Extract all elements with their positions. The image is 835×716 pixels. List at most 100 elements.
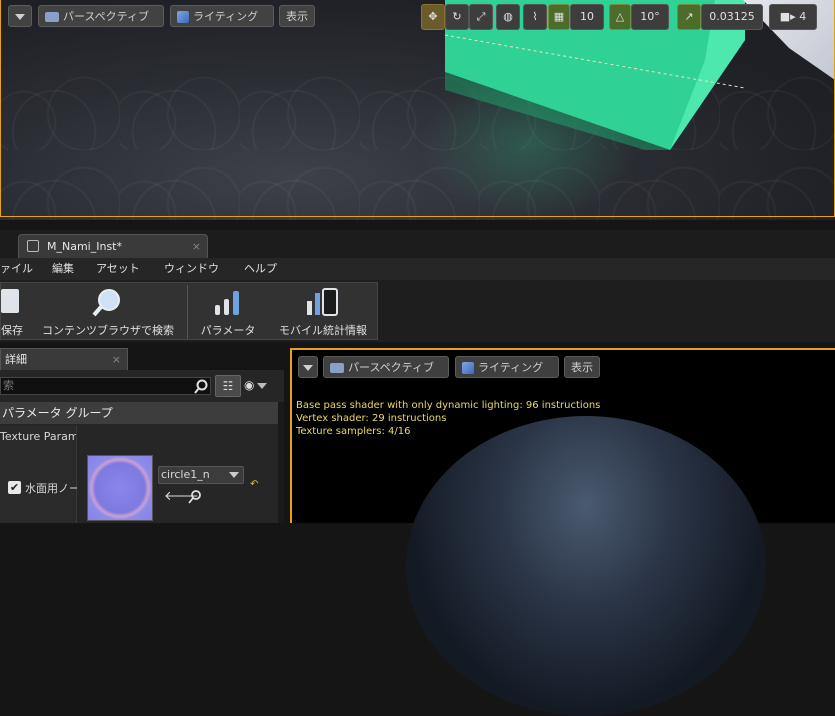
globe-icon: ◍	[503, 10, 513, 23]
save-label: 保存	[1, 324, 23, 337]
preview-sphere	[406, 416, 766, 716]
menu-asset[interactable]: アセット	[96, 258, 140, 280]
lighting-label: ライティング	[193, 10, 259, 23]
scale-snap-text: 0.03125	[709, 10, 755, 23]
toolbar-divider	[187, 285, 188, 339]
perspective-icon	[330, 363, 344, 373]
rotate-icon: ↻	[452, 10, 462, 23]
grid-icon: ▦	[553, 10, 565, 23]
params-label: パラメータ	[200, 324, 256, 337]
preview-perspective-button[interactable]: パースペクティブ	[323, 356, 449, 378]
browse-asset-icon[interactable]	[188, 490, 202, 504]
parameter-group-label: パラメータ グループ	[2, 406, 113, 420]
stat-texture-samplers: Texture samplers: 4/16	[296, 426, 411, 437]
camera-icon: ■▸	[779, 10, 800, 23]
texture-param-label: Texture Param	[0, 430, 76, 443]
green-reflection	[420, 70, 640, 220]
world-space-button[interactable]: ◍	[496, 4, 520, 30]
water-normal-checkbox[interactable]: ✔	[8, 481, 21, 494]
lighting-button[interactable]: ライティング	[170, 5, 274, 27]
preview-perspective-label: パースペクティブ	[348, 361, 435, 374]
viewport-options-dropdown[interactable]	[8, 5, 32, 27]
browse-label: コンテンツブラウザで検索	[42, 324, 174, 337]
eye-icon: ◉	[244, 378, 255, 392]
show-button[interactable]: 表示	[279, 5, 315, 27]
chevron-down-icon	[15, 14, 25, 20]
preview-options-dropdown[interactable]	[298, 356, 318, 378]
chevron-down-icon	[229, 472, 239, 478]
perspective-button[interactable]: パースペクティブ	[38, 5, 164, 27]
rotation-snap-toggle[interactable]: △	[609, 4, 631, 30]
preview-show-label: 表示	[571, 361, 593, 374]
mobile-stats-label: モバイル統計情報	[279, 324, 367, 337]
rotate-tool-button[interactable]: ↻	[445, 4, 469, 30]
visibility-filter-button[interactable]: ◉	[244, 378, 276, 396]
texture-asset-dropdown[interactable]: circle1_n	[158, 466, 244, 484]
camera-speed-text: 4	[799, 10, 807, 23]
parameter-group-header[interactable]: パラメータ グループ	[0, 402, 278, 424]
lit-cube-icon	[177, 11, 189, 23]
mobile-stats-icon	[307, 288, 338, 316]
show-label: 表示	[286, 10, 308, 23]
property-matrix-button[interactable]: ☷	[215, 375, 241, 397]
scale-snap-icon: ↗	[684, 10, 694, 23]
close-icon[interactable]: ×	[192, 235, 201, 258]
rotation-snap-text: 10°	[640, 10, 660, 23]
chevron-down-icon	[303, 365, 313, 371]
scale-tool-button[interactable]: ⤢	[469, 4, 493, 30]
camera-speed-button[interactable]: ■▸ 4	[769, 4, 817, 30]
grid-snap-text: 10	[580, 10, 594, 23]
save-icon	[1, 289, 19, 313]
parameters-icon	[215, 291, 239, 315]
menu-window[interactable]: ウィンドウ	[164, 258, 219, 280]
scale-snap-toggle[interactable]: ↗	[677, 4, 701, 30]
perspective-icon	[45, 12, 59, 22]
scale-snap-value[interactable]: 0.03125	[701, 4, 763, 30]
search-placeholder: 索	[3, 379, 14, 392]
menu-bar: ァイル 編集 アセット ウィンドウ ヘルプ	[0, 258, 835, 280]
menu-edit[interactable]: 編集	[52, 258, 74, 280]
tab-details[interactable]: 詳細 ×	[0, 348, 128, 370]
mobile-stats-button[interactable]: モバイル統計情報	[273, 283, 373, 341]
details-tab-label: 詳細	[5, 353, 27, 366]
menu-help[interactable]: ヘルプ	[244, 258, 277, 280]
lit-cube-icon	[462, 362, 474, 374]
move-icon: ✥	[428, 10, 438, 23]
checkmark-icon: ✔	[9, 481, 20, 494]
perspective-label: パースペクティブ	[63, 10, 150, 23]
chevron-down-icon	[257, 382, 268, 389]
water-normal-label: 水面用ノー	[25, 482, 77, 495]
surface-snap-button[interactable]: ⌇	[523, 4, 547, 30]
surface-snap-icon: ⌇	[532, 10, 538, 23]
save-button[interactable]: 保存	[1, 283, 31, 341]
texture-param-section: Texture Param ✔ 水面用ノー circle1_n 🡐 ↶	[0, 426, 278, 523]
magnifier-icon	[92, 289, 120, 317]
preview-lighting-button[interactable]: ライティング	[455, 356, 559, 378]
search-icon[interactable]	[193, 379, 209, 395]
level-viewport[interactable]	[0, 0, 835, 220]
scale-icon: ⤢	[476, 10, 486, 23]
details-scrollbar[interactable]	[278, 402, 284, 523]
stat-base-pass: Base pass shader with only dynamic light…	[296, 400, 601, 411]
preview-show-button[interactable]: 表示	[564, 356, 600, 378]
reset-to-default-icon[interactable]: ↶	[250, 479, 258, 490]
grid-snap-value[interactable]: 10	[570, 4, 604, 30]
tab-label: M_Nami_Inst*	[47, 240, 122, 253]
browse-button[interactable]: コンテンツブラウザで検索	[35, 283, 181, 341]
angle-icon: △	[615, 10, 625, 23]
parameters-button[interactable]: パラメータ	[195, 283, 261, 341]
texture-name: circle1_n	[161, 468, 210, 481]
translate-tool-button[interactable]: ✥	[421, 4, 445, 30]
menu-file[interactable]: ァイル	[0, 258, 33, 280]
details-search-input[interactable]: 索	[0, 377, 211, 395]
close-icon[interactable]: ×	[112, 349, 121, 370]
preview-lighting-label: ライティング	[478, 361, 544, 374]
material-instance-icon	[27, 240, 39, 252]
tab-material-instance[interactable]: M_Nami_Inst* ×	[18, 234, 208, 258]
grid-list-icon: ☷	[222, 379, 234, 393]
toolbar-panel: 保存 コンテンツブラウザで検索 パラメータ モバイル統計情報	[0, 282, 378, 340]
texture-thumbnail[interactable]	[87, 455, 153, 521]
grid-snap-toggle[interactable]: ▦	[548, 4, 570, 30]
rotation-snap-value[interactable]: 10°	[631, 4, 669, 30]
stat-vertex-shader: Vertex shader: 29 instructions	[296, 413, 447, 424]
